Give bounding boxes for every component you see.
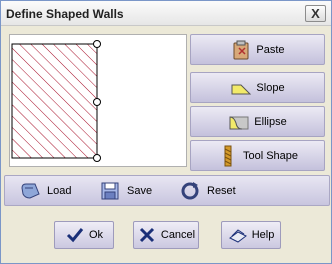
load-button[interactable]: Load bbox=[19, 179, 71, 203]
save-button[interactable]: Save bbox=[99, 179, 152, 203]
tool-shape-icon bbox=[224, 145, 232, 166]
title-bar: Define Shaped Walls X bbox=[1, 1, 331, 26]
cancel-button[interactable]: Cancel bbox=[133, 221, 199, 249]
wall-shape[interactable] bbox=[11, 43, 98, 159]
reset-button[interactable]: Reset bbox=[179, 179, 236, 203]
load-label: Load bbox=[47, 185, 72, 197]
help-book-icon bbox=[228, 229, 247, 243]
close-icon: X bbox=[311, 6, 320, 21]
reset-icon bbox=[181, 182, 199, 200]
load-icon bbox=[21, 183, 40, 199]
paste-label: Paste bbox=[256, 43, 285, 56]
close-button[interactable]: X bbox=[305, 5, 326, 22]
slope-label: Slope bbox=[256, 81, 285, 94]
checkmark-icon bbox=[66, 228, 84, 243]
ellipse-icon bbox=[229, 115, 249, 129]
tool-shape-button[interactable]: Tool Shape bbox=[190, 140, 325, 171]
paste-button[interactable]: Paste bbox=[190, 34, 325, 65]
paste-icon bbox=[233, 40, 249, 59]
control-point-bottom[interactable] bbox=[93, 154, 101, 162]
ellipse-button[interactable]: Ellipse bbox=[190, 106, 325, 137]
cancel-label: Cancel bbox=[160, 229, 196, 241]
cancel-x-icon bbox=[139, 227, 154, 243]
help-button[interactable]: Help bbox=[221, 221, 281, 249]
file-toolbar: Load Save Reset bbox=[4, 175, 330, 206]
slope-icon bbox=[231, 84, 252, 94]
save-label: Save bbox=[127, 185, 153, 197]
shape-preview-canvas[interactable] bbox=[9, 34, 187, 167]
wall-shape-drawing bbox=[11, 40, 101, 162]
control-point-top[interactable] bbox=[93, 40, 101, 48]
help-label: Help bbox=[251, 229, 275, 241]
reset-label: Reset bbox=[207, 185, 236, 197]
slope-button[interactable]: Slope bbox=[190, 72, 325, 103]
save-icon bbox=[101, 182, 119, 200]
define-shaped-walls-dialog: Define Shaped Walls X Paste Slope Ellips… bbox=[0, 0, 332, 264]
control-point-middle[interactable] bbox=[93, 98, 101, 106]
ok-button[interactable]: Ok bbox=[54, 221, 114, 249]
tool-shape-label: Tool Shape bbox=[242, 149, 299, 162]
ellipse-label: Ellipse bbox=[254, 115, 287, 128]
ok-label: Ok bbox=[88, 229, 104, 241]
dialog-title: Define Shaped Walls bbox=[6, 7, 124, 21]
